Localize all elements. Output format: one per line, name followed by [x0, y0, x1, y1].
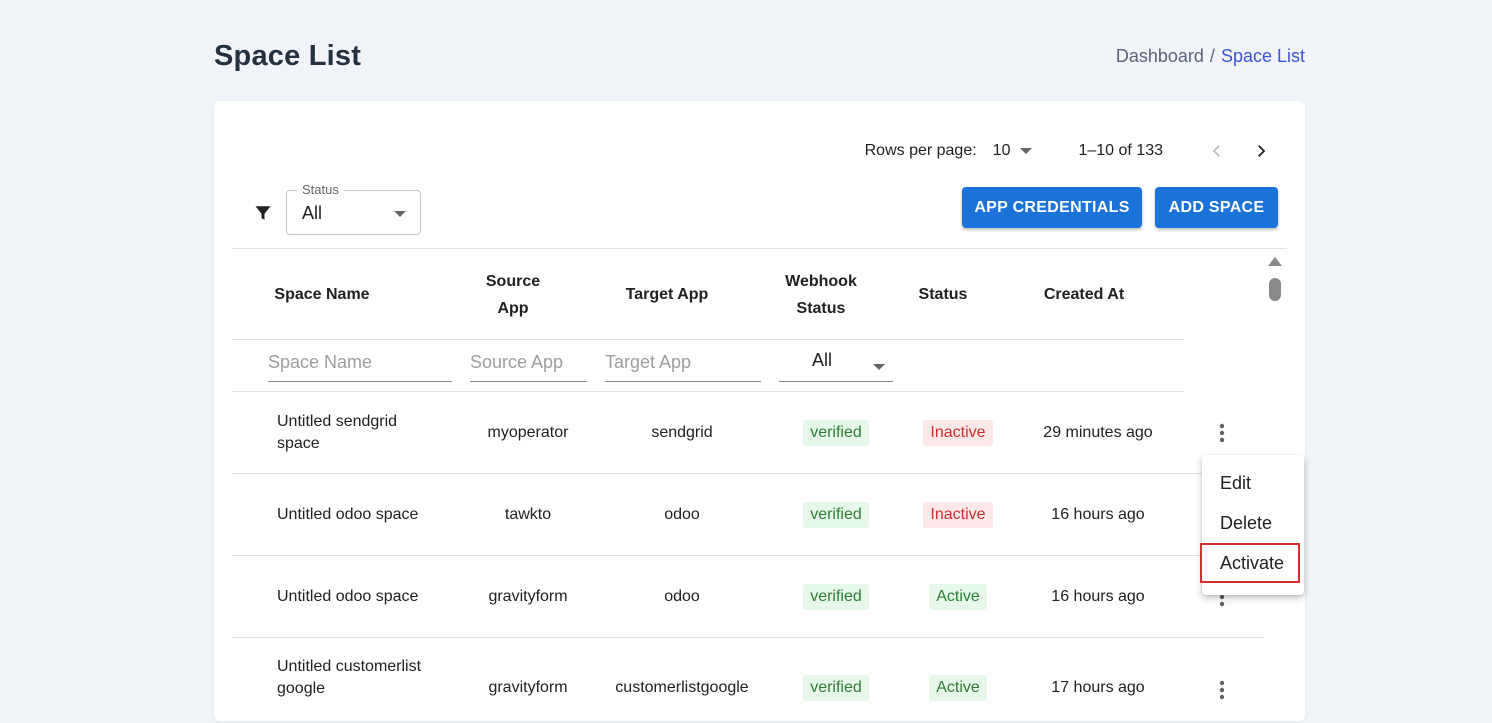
more-vert-icon: [1219, 680, 1225, 700]
cell-created-at: 16 hours ago: [1051, 588, 1145, 605]
rows-per-page-select[interactable]: 10: [993, 142, 1033, 160]
header-source-app[interactable]: Source App: [468, 249, 558, 340]
rows-per-page-value: 10: [992, 142, 1011, 159]
cell-status: Inactive: [908, 474, 1008, 556]
table-row[interactable]: Untitled odoo space gravityform odoo ver…: [232, 556, 1264, 638]
header-created-at[interactable]: Created At: [1032, 249, 1136, 340]
next-page-button[interactable]: [1247, 137, 1275, 165]
pagination-range: 1–10 of 133: [1078, 142, 1163, 159]
cell-target-app: odoo: [664, 588, 700, 605]
header-space-name[interactable]: Space Name: [252, 249, 392, 340]
row-actions-menu: Edit Delete Activate: [1200, 455, 1304, 595]
webhook-status-badge: verified: [803, 675, 869, 701]
scrollbar-thumb[interactable]: [1269, 278, 1281, 301]
cell-space-name: Untitled customerlistgoogle: [277, 658, 422, 697]
breadcrumb-current: Space List: [1220, 46, 1305, 66]
cell-created-at: 16 hours ago: [1051, 506, 1145, 523]
header-webhook-status[interactable]: Webhook Status: [776, 249, 866, 340]
menu-item-delete[interactable]: Delete: [1202, 503, 1304, 543]
cell-source-app: tawkto: [504, 506, 552, 523]
cell-created-at: 29 minutes ago: [1043, 424, 1153, 441]
cell-webhook-status: verified: [786, 474, 886, 556]
scroll-up-arrow-icon[interactable]: [1268, 257, 1282, 266]
webhook-status-badge: verified: [803, 420, 869, 446]
more-vert-icon: [1219, 423, 1225, 443]
add-space-button[interactable]: ADD SPACE: [1155, 187, 1278, 228]
cell-source-app: myoperator: [487, 424, 569, 441]
breadcrumb-dashboard-link[interactable]: Dashboard: [1116, 46, 1204, 67]
cell-source-app: gravityform: [488, 679, 568, 696]
cell-created-at: 17 hours ago: [1051, 679, 1145, 696]
space-list-card: Rows per page: 10 1–10 of 133 Status All…: [214, 101, 1305, 721]
cell-webhook-status: verified: [786, 638, 886, 720]
webhook-status-filter-select[interactable]: All: [779, 350, 893, 382]
status-badge: Inactive: [923, 502, 993, 528]
status-badge: Active: [929, 584, 987, 610]
cell-target-app: sendgrid: [651, 424, 713, 441]
status-badge: Active: [929, 675, 987, 701]
header-target-app[interactable]: Target App: [612, 249, 722, 340]
chevron-left-icon: [1212, 145, 1220, 157]
chevron-down-icon: [394, 211, 406, 217]
breadcrumb: Dashboard / Space List: [1116, 46, 1305, 67]
space-table: Space Name Source App Target App Webhook S…: [232, 249, 1264, 720]
cell-source-app: gravityform: [488, 588, 568, 605]
source-app-filter-input[interactable]: Source App: [470, 350, 587, 382]
target-app-filter-input[interactable]: Target App: [605, 350, 761, 382]
menu-item-edit[interactable]: Edit: [1202, 463, 1304, 503]
webhook-status-badge: verified: [803, 502, 869, 528]
previous-page-button[interactable]: [1203, 137, 1231, 165]
status-badge: Inactive: [923, 420, 993, 446]
cell-target-app: odoo: [664, 506, 700, 523]
cell-status: Active: [908, 638, 1008, 720]
rows-per-page-label: Rows per page:: [864, 142, 977, 159]
chevron-down-icon: [873, 364, 885, 370]
table-row[interactable]: Untitled odoo space tawkto odoo verified…: [232, 474, 1264, 556]
webhook-status-badge: verified: [803, 584, 869, 610]
table-header-row: Space Name Source App Target App Webhook S…: [232, 249, 1184, 340]
table-row[interactable]: Untitled customerlistgoogle gravityform …: [232, 638, 1264, 720]
page-title: Space List: [214, 40, 362, 72]
cell-status: Inactive: [908, 392, 1008, 474]
cell-space-name: Untitled odoo space: [277, 506, 419, 523]
cell-space-name: Untitled odoo space: [277, 588, 419, 605]
table-row[interactable]: Untitled sendgrid space myoperator sendg…: [232, 392, 1264, 474]
chevron-down-icon: [1020, 148, 1033, 154]
status-filter-value: All: [302, 203, 323, 223]
header-status[interactable]: Status: [913, 249, 973, 340]
breadcrumb-separator: /: [1209, 46, 1215, 66]
menu-item-activate[interactable]: Activate: [1200, 543, 1300, 583]
row-actions-button[interactable]: [1210, 638, 1234, 720]
pagination: Rows per page: 10 1–10 of 133: [865, 137, 1275, 165]
column-filter-row: Space Name Source App Target App All: [232, 340, 1184, 392]
status-filter-label: Status: [297, 182, 344, 197]
cell-target-app: customerlistgoogle: [615, 679, 749, 696]
cell-webhook-status: verified: [786, 392, 886, 474]
chevron-right-icon: [1258, 145, 1266, 157]
cell-status: Active: [908, 556, 1008, 638]
cell-webhook-status: verified: [786, 556, 886, 638]
webhook-status-filter-value: All: [812, 350, 833, 370]
space-name-filter-input[interactable]: Space Name: [268, 350, 452, 382]
status-filter-select[interactable]: Status All: [286, 182, 421, 235]
cell-space-name: Untitled sendgrid space: [277, 413, 398, 452]
app-credentials-button[interactable]: APP CREDENTIALS: [962, 187, 1142, 228]
filter-icon: [255, 206, 271, 220]
